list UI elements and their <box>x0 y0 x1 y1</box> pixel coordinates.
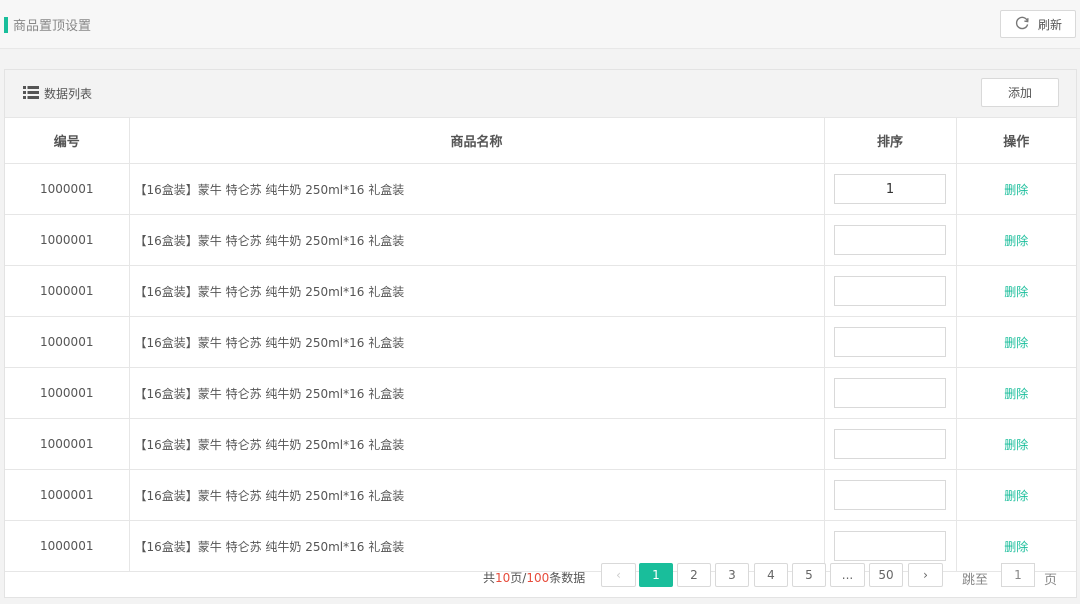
cell-id: 1000001 <box>5 265 130 317</box>
column-header-id: 编号 <box>5 117 130 164</box>
page-button-5[interactable]: 5 <box>792 563 826 587</box>
cell-id: 1000001 <box>5 418 130 470</box>
cell-sort <box>823 214 957 266</box>
cell-product-name: 【16盒装】蒙牛 特仑苏 纯牛奶 250ml*16 礼盒装 <box>128 418 825 470</box>
cell-id: 1000001 <box>5 469 130 521</box>
cell-product-name: 【16盒装】蒙牛 特仑苏 纯牛奶 250ml*16 礼盒装 <box>128 163 825 215</box>
summary-mid: 页/ <box>510 571 527 585</box>
cell-id: 1000001 <box>5 367 130 419</box>
cell-action: 删除 <box>955 214 1076 266</box>
jump-page-input[interactable] <box>1001 563 1035 587</box>
data-table: 编号 商品名称 排序 操作 1000001 【16盒装】蒙牛 特仑苏 纯牛奶 2… <box>5 117 1076 572</box>
cell-action: 删除 <box>955 316 1076 368</box>
page-button-4[interactable]: 4 <box>754 563 788 587</box>
cell-action: 删除 <box>955 367 1076 419</box>
cell-sort <box>823 316 957 368</box>
table-row: 1000001 【16盒装】蒙牛 特仑苏 纯牛奶 250ml*16 礼盒装 删除 <box>5 418 1076 470</box>
sort-input[interactable] <box>834 378 946 408</box>
total-pages: 10 <box>495 571 511 585</box>
summary-suffix: 条数据 <box>549 571 586 585</box>
cell-id: 1000001 <box>5 163 130 215</box>
cell-sort <box>823 163 957 215</box>
list-title-label: 数据列表 <box>44 87 93 101</box>
cell-product-name: 【16盒装】蒙牛 特仑苏 纯牛奶 250ml*16 礼盒装 <box>128 469 825 521</box>
cell-product-name: 【16盒装】蒙牛 特仑苏 纯牛奶 250ml*16 礼盒装 <box>128 316 825 368</box>
sort-input[interactable] <box>834 327 946 357</box>
delete-link[interactable]: 删除 <box>1004 183 1028 197</box>
cell-action: 删除 <box>955 265 1076 317</box>
cell-action: 删除 <box>955 418 1076 470</box>
delete-link[interactable]: 删除 <box>1004 438 1028 452</box>
jump-label: 跳至 <box>962 573 989 588</box>
page-ellipsis: ... <box>830 563 865 587</box>
delete-link[interactable]: 删除 <box>1004 234 1028 248</box>
page-header: 商品置顶设置 刷新 <box>0 0 1080 49</box>
cell-action: 删除 <box>955 469 1076 521</box>
column-header-action: 操作 <box>955 117 1076 164</box>
table-row: 1000001 【16盒装】蒙牛 特仑苏 纯牛奶 250ml*16 礼盒装 删除 <box>5 367 1076 419</box>
refresh-button[interactable]: 刷新 <box>1000 10 1076 38</box>
list-title: 数据列表 <box>23 85 92 102</box>
delete-link[interactable]: 删除 <box>1004 387 1028 401</box>
cell-action: 删除 <box>955 163 1076 215</box>
table-row: 1000001 【16盒装】蒙牛 特仑苏 纯牛奶 250ml*16 礼盒装 删除 <box>5 163 1076 215</box>
prev-page-button[interactable]: ‹ <box>601 563 636 587</box>
pagination-summary: 共10页/100条数据 <box>483 569 585 586</box>
delete-link[interactable]: 删除 <box>1004 336 1028 350</box>
title-accent-bar <box>4 17 8 33</box>
sort-input[interactable] <box>834 174 946 204</box>
cell-sort <box>823 469 957 521</box>
next-page-button[interactable]: › <box>908 563 943 587</box>
page-title: 商品置顶设置 <box>13 19 92 34</box>
pagination: 共10页/100条数据 ‹ 1 2 3 4 5 ... 50 › 跳至 页 <box>5 552 1076 599</box>
delete-link[interactable]: 删除 <box>1004 489 1028 503</box>
cell-id: 1000001 <box>5 316 130 368</box>
cell-product-name: 【16盒装】蒙牛 特仑苏 纯牛奶 250ml*16 礼盒装 <box>128 367 825 419</box>
column-header-name: 商品名称 <box>128 117 825 164</box>
delete-link[interactable]: 删除 <box>1004 285 1028 299</box>
sort-input[interactable] <box>834 480 946 510</box>
refresh-icon <box>1014 15 1030 34</box>
page-button-3[interactable]: 3 <box>715 563 749 587</box>
cell-sort <box>823 418 957 470</box>
table-row: 1000001 【16盒装】蒙牛 特仑苏 纯牛奶 250ml*16 礼盒装 删除 <box>5 214 1076 266</box>
total-records: 100 <box>526 571 550 585</box>
panel-header: 数据列表 添加 <box>5 70 1076 118</box>
cell-sort <box>823 367 957 419</box>
sort-input[interactable] <box>834 225 946 255</box>
cell-sort <box>823 265 957 317</box>
page-button-50[interactable]: 50 <box>869 563 903 587</box>
page-button-1[interactable]: 1 <box>639 563 673 587</box>
sort-input[interactable] <box>834 429 946 459</box>
table-row: 1000001 【16盒装】蒙牛 特仑苏 纯牛奶 250ml*16 礼盒装 删除 <box>5 265 1076 317</box>
table-header-row: 编号 商品名称 排序 操作 <box>5 117 1076 164</box>
summary-prefix: 共 <box>483 571 496 585</box>
table-row: 1000001 【16盒装】蒙牛 特仑苏 纯牛奶 250ml*16 礼盒装 删除 <box>5 316 1076 368</box>
refresh-label: 刷新 <box>1037 17 1062 32</box>
table-row: 1000001 【16盒装】蒙牛 特仑苏 纯牛奶 250ml*16 礼盒装 删除 <box>5 469 1076 521</box>
add-button[interactable]: 添加 <box>981 78 1059 107</box>
column-header-sort: 排序 <box>823 117 957 164</box>
page-button-2[interactable]: 2 <box>677 563 711 587</box>
cell-id: 1000001 <box>5 214 130 266</box>
data-panel: 数据列表 添加 编号 商品名称 排序 操作 1000001 【16盒装】蒙牛 特… <box>4 69 1077 598</box>
page-unit-label: 页 <box>1044 573 1058 588</box>
cell-product-name: 【16盒装】蒙牛 特仑苏 纯牛奶 250ml*16 礼盒装 <box>128 265 825 317</box>
sort-input[interactable] <box>834 276 946 306</box>
cell-product-name: 【16盒装】蒙牛 特仑苏 纯牛奶 250ml*16 礼盒装 <box>128 214 825 266</box>
list-icon <box>23 85 39 102</box>
